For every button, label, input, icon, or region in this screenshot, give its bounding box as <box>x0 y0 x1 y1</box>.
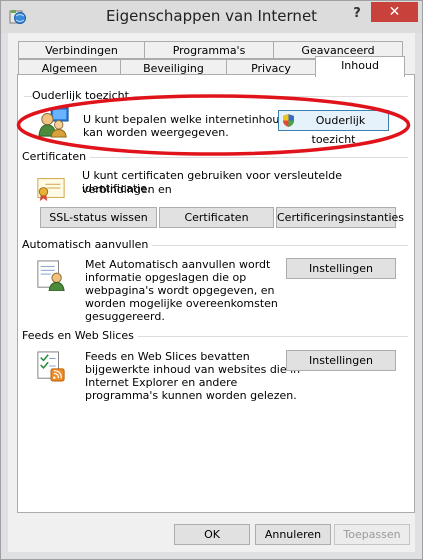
tab-inhoud[interactable]: Inhoud <box>315 56 405 77</box>
autocomplete-line5: gesuggereerd. <box>85 310 165 323</box>
feeds-line1: Feeds en Web Slices bevatten <box>85 350 250 363</box>
feeds-line4: programma's kunnen worden gelezen. <box>85 389 297 402</box>
title-bar[interactable]: Eigenschappen van Internet ? ✕ <box>1 1 422 33</box>
rss-feed-icon <box>37 351 65 382</box>
tab-verbindingen[interactable]: Verbindingen <box>18 41 145 59</box>
group-label-autocomplete: Automatisch aanvullen <box>22 238 153 251</box>
parental-control-button[interactable]: Ouderlijk toezicht <box>278 110 389 146</box>
feeds-settings-button[interactable]: Instellingen <box>286 350 396 371</box>
group-label-parental: Ouderlijk toezicht <box>32 89 133 102</box>
apply-button[interactable]: Toepassen <box>334 524 410 545</box>
parental-control-button-label: Ouderlijk toezicht <box>311 114 366 146</box>
feeds-line2: bijgewerkte inhoud van websites die in <box>85 363 301 376</box>
certificates-button[interactable]: Certificaten <box>159 207 274 228</box>
feeds-line3: Internet Explorer en andere <box>85 376 238 389</box>
shield-icon <box>283 114 294 127</box>
group-label-feeds: Feeds en Web Slices <box>22 329 138 342</box>
autocomplete-line4: worden mogelijke overeenkomsten <box>85 297 278 310</box>
certificates-description-line2: identificatie. <box>82 182 151 195</box>
ok-button[interactable]: OK <box>174 524 250 545</box>
autocomplete-settings-button[interactable]: Instellingen <box>286 258 396 279</box>
group-label-certificates: Certificaten <box>22 150 91 163</box>
properties-window: Eigenschappen van Internet ? ✕ Verbindin… <box>0 0 423 560</box>
certificate-icon <box>37 178 65 202</box>
parental-description-line2: kan worden weergegeven. <box>83 126 229 139</box>
autocomplete-line1: Met Automatisch aanvullen wordt <box>85 258 271 271</box>
autocomplete-line3: webpagina's wordt opgegeven, en <box>85 284 275 297</box>
autocomplete-icon <box>37 260 65 291</box>
help-button[interactable]: ? <box>344 3 370 25</box>
autocomplete-line2: informatie opgeslagen die op <box>85 271 247 284</box>
parental-users-icon <box>38 107 69 138</box>
parental-description-line1: U kunt bepalen welke internetinhoud <box>83 113 287 126</box>
tab-programmas[interactable]: Programma's <box>144 41 274 59</box>
clear-ssl-state-button[interactable]: SSL-status wissen <box>40 207 157 228</box>
close-button[interactable]: ✕ <box>371 2 418 22</box>
cancel-button[interactable]: Annuleren <box>255 524 331 545</box>
certificate-authorities-button[interactable]: Certificeringsinstanties <box>276 207 404 228</box>
tab-panel-inhoud: Ouderlijk toezicht U kunt bepalen welke … <box>17 74 415 513</box>
dialog-client: Verbindingen Programma's Geavanceerd Alg… <box>8 33 415 552</box>
